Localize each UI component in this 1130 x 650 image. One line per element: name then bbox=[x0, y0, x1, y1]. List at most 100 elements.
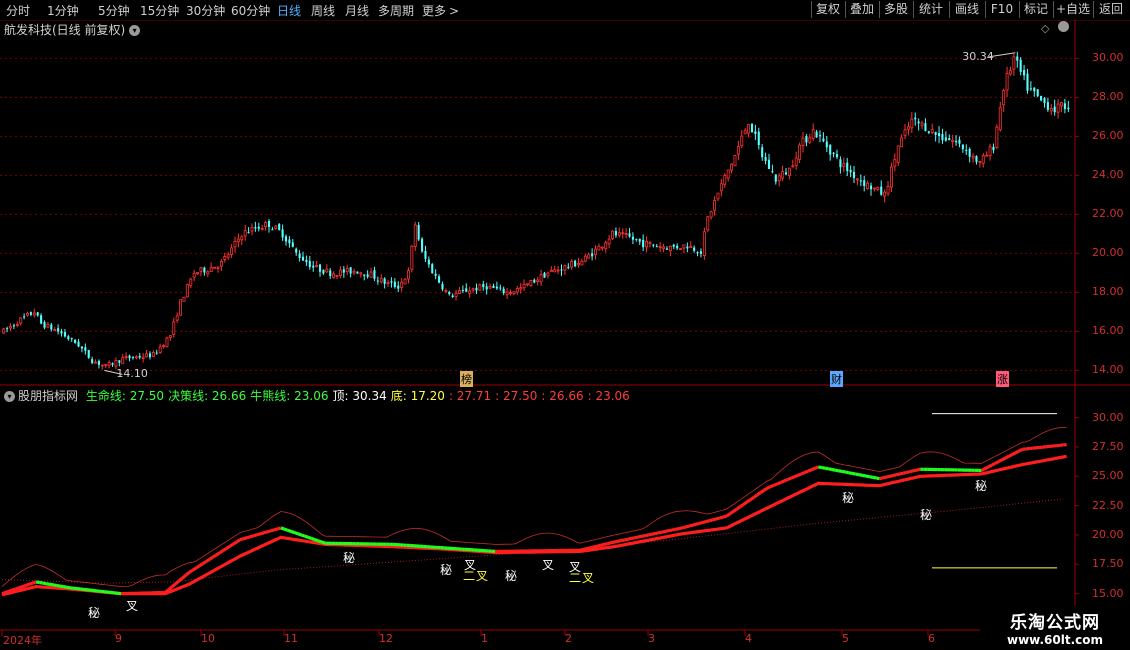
candle-body bbox=[539, 274, 543, 283]
candle-body bbox=[427, 259, 430, 265]
candle-body bbox=[393, 281, 396, 287]
candle-body bbox=[645, 241, 648, 248]
indicator-name[interactable]: 股朋指标网 bbox=[18, 389, 78, 403]
candle-body bbox=[57, 328, 60, 332]
candle-body bbox=[413, 224, 417, 247]
life-line-segment bbox=[671, 527, 676, 532]
candle-body bbox=[607, 238, 611, 245]
life-line-segment bbox=[167, 585, 174, 591]
candle-body bbox=[859, 180, 862, 182]
candle-body bbox=[560, 269, 563, 271]
life-line-segment bbox=[620, 538, 625, 543]
life-line-segment bbox=[848, 471, 853, 475]
time-tick: 5 bbox=[842, 632, 849, 645]
life-line-segment bbox=[709, 518, 714, 523]
candle-body bbox=[151, 352, 155, 357]
candle-body bbox=[642, 239, 645, 248]
candle-body bbox=[893, 159, 897, 167]
candle-body bbox=[784, 172, 788, 175]
candle-body bbox=[822, 138, 825, 142]
candle-body bbox=[185, 284, 189, 298]
candle-body bbox=[655, 246, 658, 248]
life-line-segment bbox=[617, 539, 622, 543]
life-line-segment bbox=[715, 516, 721, 521]
candle-body bbox=[468, 290, 472, 294]
price-tick: 26.00 bbox=[1092, 129, 1124, 143]
candle-body bbox=[94, 361, 97, 364]
time-tick: 9 bbox=[115, 632, 122, 645]
candle-body bbox=[614, 230, 617, 236]
life-line-segment bbox=[596, 543, 601, 548]
candle-body bbox=[968, 149, 971, 157]
life-line-segment bbox=[872, 475, 877, 480]
candle-body bbox=[329, 270, 332, 277]
life-line-segment bbox=[728, 510, 735, 516]
candle-body bbox=[747, 124, 751, 134]
life-line-segment bbox=[270, 528, 275, 533]
candle-body bbox=[798, 144, 802, 160]
time-tick: 3 bbox=[648, 632, 655, 645]
candle-body bbox=[179, 299, 183, 316]
life-line-segment bbox=[208, 555, 214, 561]
candle-body bbox=[383, 278, 386, 284]
signal-mi: 秘 bbox=[440, 563, 453, 577]
candle-body bbox=[400, 281, 404, 288]
candle-body bbox=[23, 316, 26, 318]
candle-body bbox=[631, 236, 634, 240]
candle-body bbox=[574, 260, 577, 267]
finance-marker[interactable]: 财 bbox=[830, 371, 843, 387]
life-line-segment bbox=[869, 475, 874, 479]
life-line-segment bbox=[739, 503, 745, 509]
life-line-segment bbox=[824, 466, 829, 471]
candle-body bbox=[801, 137, 805, 146]
candle-body bbox=[930, 129, 934, 133]
candle-body bbox=[941, 134, 944, 141]
life-line-segment bbox=[603, 542, 608, 547]
life-line-segment bbox=[804, 469, 809, 475]
candle-body bbox=[757, 131, 760, 145]
life-line-segment bbox=[624, 537, 629, 542]
candle-body bbox=[87, 349, 90, 358]
indicator-tick: 30.00 bbox=[1092, 410, 1124, 424]
time-tick: 12 bbox=[379, 632, 393, 645]
candle-body bbox=[818, 135, 822, 137]
candle-body bbox=[1067, 107, 1070, 110]
candle-body bbox=[223, 256, 227, 260]
candle-body bbox=[301, 256, 305, 261]
candle-body bbox=[600, 246, 604, 249]
life-line-segment bbox=[732, 507, 738, 513]
candle-body bbox=[485, 286, 488, 290]
candle-body bbox=[937, 133, 941, 136]
candle-body bbox=[515, 288, 519, 293]
candle-body bbox=[70, 338, 73, 340]
life-line-segment bbox=[780, 479, 785, 484]
candle-body bbox=[648, 242, 652, 245]
candle-body bbox=[390, 281, 393, 283]
life-line-segment bbox=[229, 542, 235, 548]
candle-body bbox=[505, 291, 509, 296]
life-line-segment bbox=[35, 580, 40, 585]
candle-body bbox=[36, 312, 39, 316]
candle-body bbox=[512, 291, 516, 294]
candle-body bbox=[421, 238, 424, 252]
legend-value: : 26.66 bbox=[541, 389, 584, 403]
life-line-segment bbox=[4, 589, 10, 594]
candle-body bbox=[182, 296, 186, 302]
candle-body bbox=[726, 169, 730, 179]
ranking-marker[interactable]: 榜 bbox=[460, 371, 473, 387]
candle-body bbox=[665, 248, 669, 250]
candle-body bbox=[15, 324, 19, 326]
life-line-segment bbox=[742, 500, 748, 506]
candle-body bbox=[478, 284, 482, 291]
price-tick: 30.00 bbox=[1092, 51, 1124, 65]
candle-body bbox=[315, 265, 319, 268]
limit-up-marker[interactable]: 涨 bbox=[996, 371, 1009, 387]
chevron-down-icon[interactable]: ▾ bbox=[4, 391, 15, 402]
life-line-segment bbox=[654, 531, 659, 536]
candle-body bbox=[271, 229, 274, 231]
candle-body bbox=[750, 123, 754, 133]
candle-body bbox=[43, 322, 46, 328]
life-line-segment bbox=[685, 524, 690, 529]
candle-body bbox=[189, 278, 193, 287]
candle-body bbox=[981, 155, 985, 164]
